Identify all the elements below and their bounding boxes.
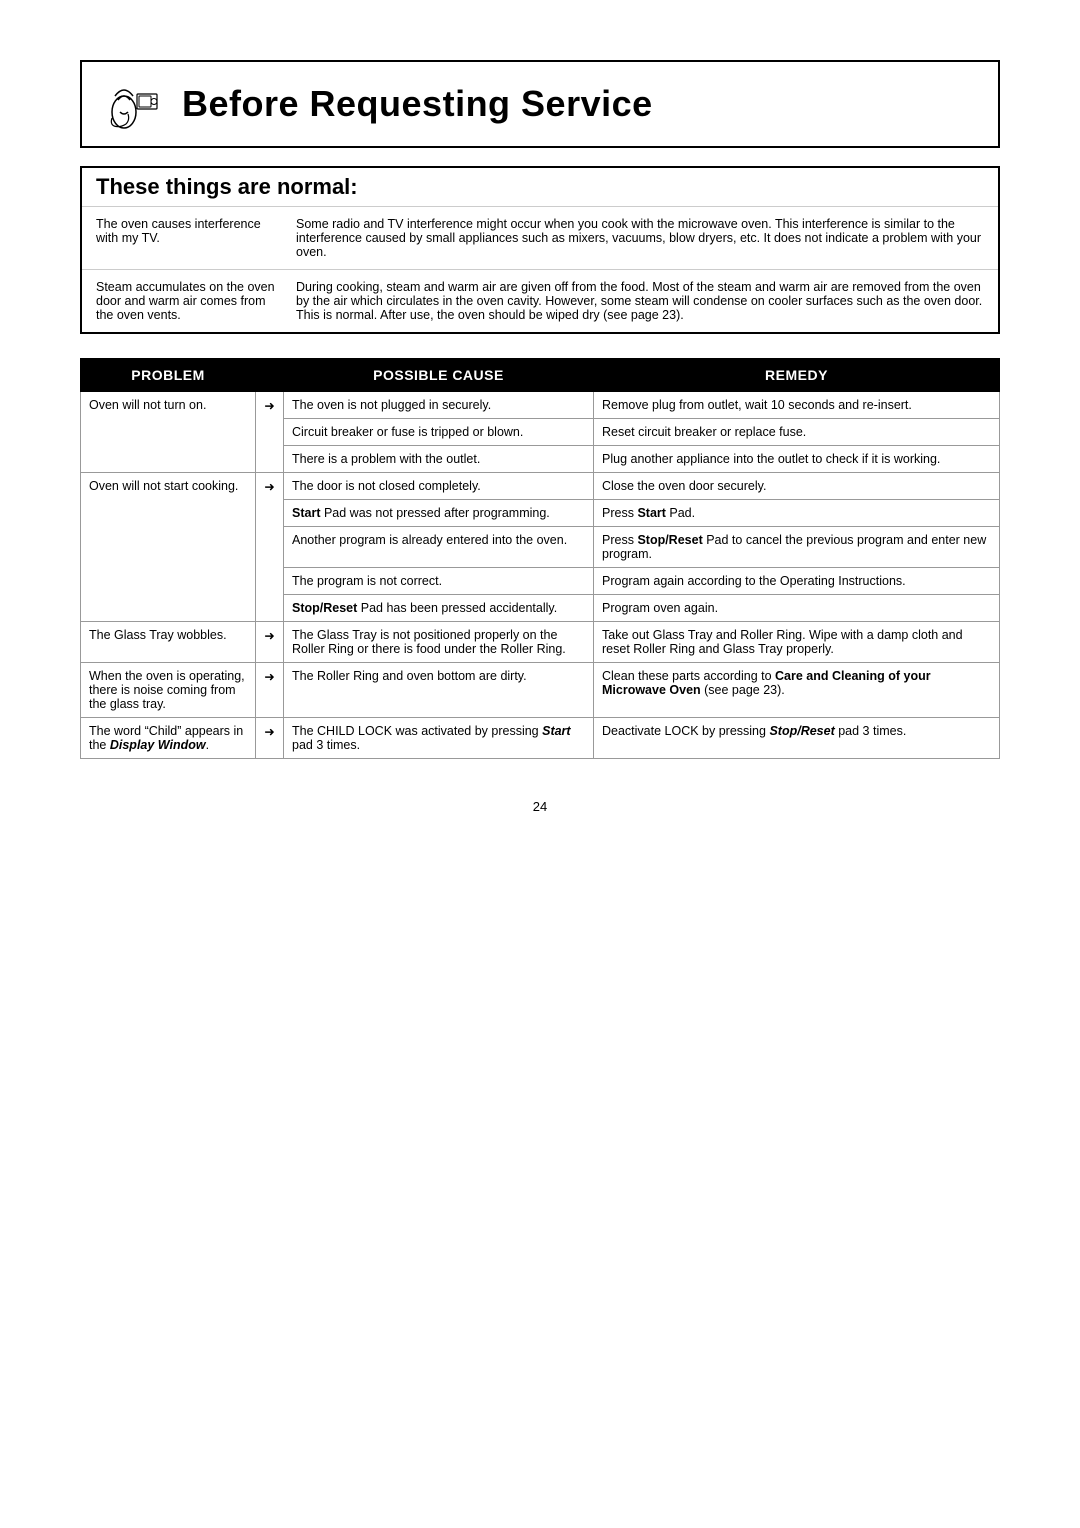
cause-4-1: The Roller Ring and oven bottom are dirt… [284,663,594,718]
remedy-1-1: Remove plug from outlet, wait 10 seconds… [594,392,1000,419]
header-problem: Problem [81,359,256,392]
page-number: 24 [80,799,1000,814]
normal-row-2: Steam accumulates on the oven door and w… [82,270,998,332]
normal-section: These things are normal: The oven causes… [80,166,1000,334]
remedy-2-5: Program oven again. [594,595,1000,622]
header-arrow-spacer [256,359,284,392]
cause-2-1: The door is not closed completely. [284,473,594,500]
arrow-not-start: ➜ [256,473,284,622]
cause-3-1: The Glass Tray is not positioned properl… [284,622,594,663]
cause-1-2: Circuit breaker or fuse is tripped or bl… [284,419,594,446]
normal-section-header: These things are normal: [82,168,998,207]
title-section: Before Requesting Service [80,60,1000,148]
cause-2-3: Another program is already entered into … [284,527,594,568]
normal-row-2-left: Steam accumulates on the oven door and w… [96,280,296,322]
problem-label-child-lock: The word “Child” appears in the Display … [81,718,256,759]
remedy-5-1: Deactivate LOCK by pressing Stop/Reset p… [594,718,1000,759]
page-title: Before Requesting Service [182,83,653,125]
header-cause: Possible Cause [284,359,594,392]
problem-label-noise: When the oven is operating, there is noi… [81,663,256,718]
table-row: The Glass Tray wobbles. ➜ The Glass Tray… [81,622,1000,663]
header-remedy: Remedy [594,359,1000,392]
remedy-4-1: Clean these parts according to Care and … [594,663,1000,718]
remedy-3-1: Take out Glass Tray and Roller Ring. Wip… [594,622,1000,663]
arrow-noise: ➜ [256,663,284,718]
table-row: Oven will not start cooking. ➜ The door … [81,473,1000,500]
normal-row-2-right: During cooking, steam and warm air are g… [296,280,984,322]
remedy-2-4: Program again according to the Operating… [594,568,1000,595]
arrow-glass-tray: ➜ [256,622,284,663]
arrow-child-lock: ➜ [256,718,284,759]
problem-label-glass-tray: The Glass Tray wobbles. [81,622,256,663]
table-row: When the oven is operating, there is noi… [81,663,1000,718]
problem-label-turn-on: Oven will not turn on. [81,392,256,473]
remedy-1-2: Reset circuit breaker or replace fuse. [594,419,1000,446]
cause-2-2: Start Pad was not pressed after programm… [284,500,594,527]
cause-2-4: The program is not correct. [284,568,594,595]
normal-row-1-left: The oven causes interference with my TV. [96,217,296,259]
remedy-2-1: Close the oven door securely. [594,473,1000,500]
cause-5-1: The CHILD LOCK was activated by pressing… [284,718,594,759]
remedy-1-3: Plug another appliance into the outlet t… [594,446,1000,473]
cause-2-5: Stop/Reset Pad has been pressed accident… [284,595,594,622]
table-row: Oven will not turn on. ➜ The oven is not… [81,392,1000,419]
arrow-turn-on: ➜ [256,392,284,473]
cause-1-3: There is a problem with the outlet. [284,446,594,473]
normal-row-1: The oven causes interference with my TV.… [82,207,998,270]
problem-label-not-start: Oven will not start cooking. [81,473,256,622]
problem-table: Problem Possible Cause Remedy Oven will … [80,358,1000,759]
table-row: The word “Child” appears in the Display … [81,718,1000,759]
phone-icon [102,74,162,134]
remedy-2-2: Press Start Pad. [594,500,1000,527]
remedy-2-3: Press Stop/Reset Pad to cancel the previ… [594,527,1000,568]
normal-row-1-right: Some radio and TV interference might occ… [296,217,984,259]
cause-1-1: The oven is not plugged in securely. [284,392,594,419]
